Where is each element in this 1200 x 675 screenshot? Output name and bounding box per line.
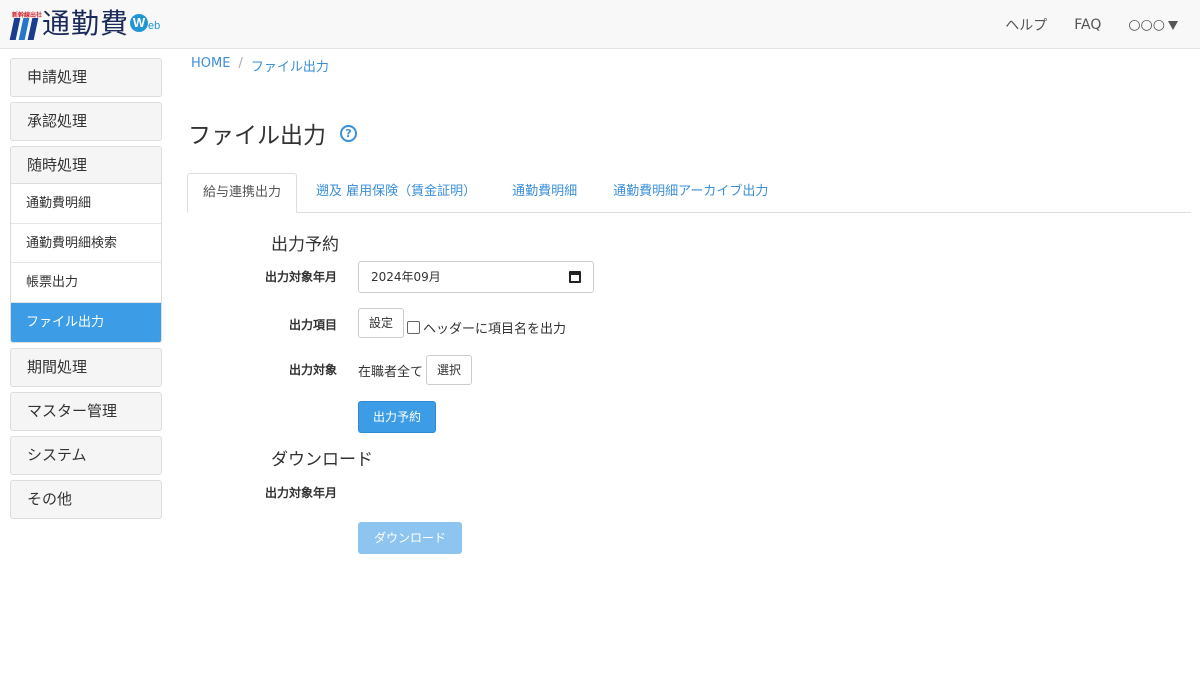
reserve-target-value: 在職者全て bbox=[358, 365, 424, 380]
sidebar-item-shounin[interactable]: 承認処理 bbox=[10, 102, 162, 141]
tab-payroll-export[interactable]: 給与連携出力 bbox=[187, 173, 298, 213]
sidebar-item-master[interactable]: マスター管理 bbox=[10, 392, 162, 431]
user-name: ○○○ bbox=[1128, 16, 1165, 33]
tab-commute-archive-export[interactable]: 通勤費明細アーカイブ出力 bbox=[596, 173, 785, 213]
reserve-month-label: 出力対象年月 bbox=[264, 270, 337, 284]
page-title: ファイル出力 bbox=[188, 123, 326, 149]
tab-bar: 給与連携出力 遡及 雇用保険（賃金証明） 通勤費明細 通勤費明細アーカイブ出力 bbox=[187, 173, 1191, 213]
header-checkbox-row: ヘッダーに項目名を出力 bbox=[407, 318, 566, 337]
sidebar-item-shinsei[interactable]: 申請処理 bbox=[10, 58, 162, 97]
breadcrumb-home-link[interactable]: HOME bbox=[191, 56, 230, 75]
sidebar-item-zuiji[interactable]: 随時処理 bbox=[11, 147, 161, 184]
nav-right: ヘルプ FAQ ○○○ bbox=[978, 0, 1178, 49]
help-circle-icon[interactable]: ? bbox=[340, 124, 357, 142]
reserve-section-title: 出力予約 bbox=[271, 235, 339, 255]
reserve-month-value: 2024年09月 bbox=[371, 270, 441, 284]
page-title-row: ファイル出力 ? bbox=[188, 116, 357, 150]
app-logo[interactable]: 新幹線出社 通勤費 W eb bbox=[9, 7, 161, 40]
sidebar-subitem-file-output[interactable]: ファイル出力 bbox=[11, 302, 161, 342]
top-navbar: 新幹線出社 通勤費 W eb ヘルプ FAQ ○○○ bbox=[0, 0, 1200, 49]
header-names-checkbox[interactable] bbox=[407, 321, 420, 334]
logo-mark-icon: 新幹線出社 bbox=[9, 10, 42, 40]
settings-button[interactable]: 設定 bbox=[358, 308, 404, 338]
nav-help-link[interactable]: ヘルプ bbox=[1005, 15, 1047, 35]
calendar-icon[interactable] bbox=[569, 271, 581, 283]
logo-web-badge: W bbox=[130, 14, 149, 32]
reserve-target-label: 出力対象 bbox=[288, 363, 337, 377]
breadcrumb-separator: / bbox=[238, 56, 243, 71]
sidebar-group-zuiji: 随時処理 通勤費明細 通勤費明細検索 帳票出力 ファイル出力 bbox=[10, 146, 162, 343]
nav-faq-link[interactable]: FAQ bbox=[1074, 17, 1101, 33]
sidebar-item-kikan[interactable]: 期間処理 bbox=[10, 348, 162, 387]
header-names-checkbox-label[interactable]: ヘッダーに項目名を出力 bbox=[423, 318, 566, 337]
reserve-month-input[interactable]: 2024年09月 bbox=[358, 261, 594, 293]
output-reserve-button[interactable]: 出力予約 bbox=[358, 401, 436, 433]
sidebar-subitem-report-output[interactable]: 帳票出力 bbox=[11, 263, 161, 303]
breadcrumb: HOME / ファイル出力 bbox=[191, 56, 329, 75]
tab-retro-employment-insurance[interactable]: 遡及 雇用保険（賃金証明） bbox=[299, 173, 493, 213]
sidebar-item-other[interactable]: その他 bbox=[10, 480, 162, 519]
breadcrumb-current[interactable]: ファイル出力 bbox=[251, 56, 329, 75]
sidebar-item-system[interactable]: システム bbox=[10, 436, 162, 475]
download-month-label: 出力対象年月 bbox=[264, 486, 337, 500]
logo-web-suffix: eb bbox=[148, 20, 161, 32]
reserve-items-label: 出力項目 bbox=[288, 318, 337, 332]
sidebar-subitem-meisai-search[interactable]: 通勤費明細検索 bbox=[11, 223, 161, 263]
download-section-title: ダウンロード bbox=[271, 450, 373, 470]
sidebar-subitem-meisai[interactable]: 通勤費明細 bbox=[11, 184, 161, 224]
select-target-button[interactable]: 選択 bbox=[426, 355, 472, 385]
sidebar: 申請処理 承認処理 随時処理 通勤費明細 通勤費明細検索 帳票出力 ファイル出力… bbox=[10, 58, 162, 524]
logo-text: 通勤費 bbox=[42, 7, 130, 40]
download-button[interactable]: ダウンロード bbox=[358, 522, 462, 554]
caret-down-icon bbox=[1168, 21, 1178, 30]
user-menu[interactable]: ○○○ bbox=[1128, 17, 1178, 33]
tab-commute-details[interactable]: 通勤費明細 bbox=[495, 173, 594, 213]
